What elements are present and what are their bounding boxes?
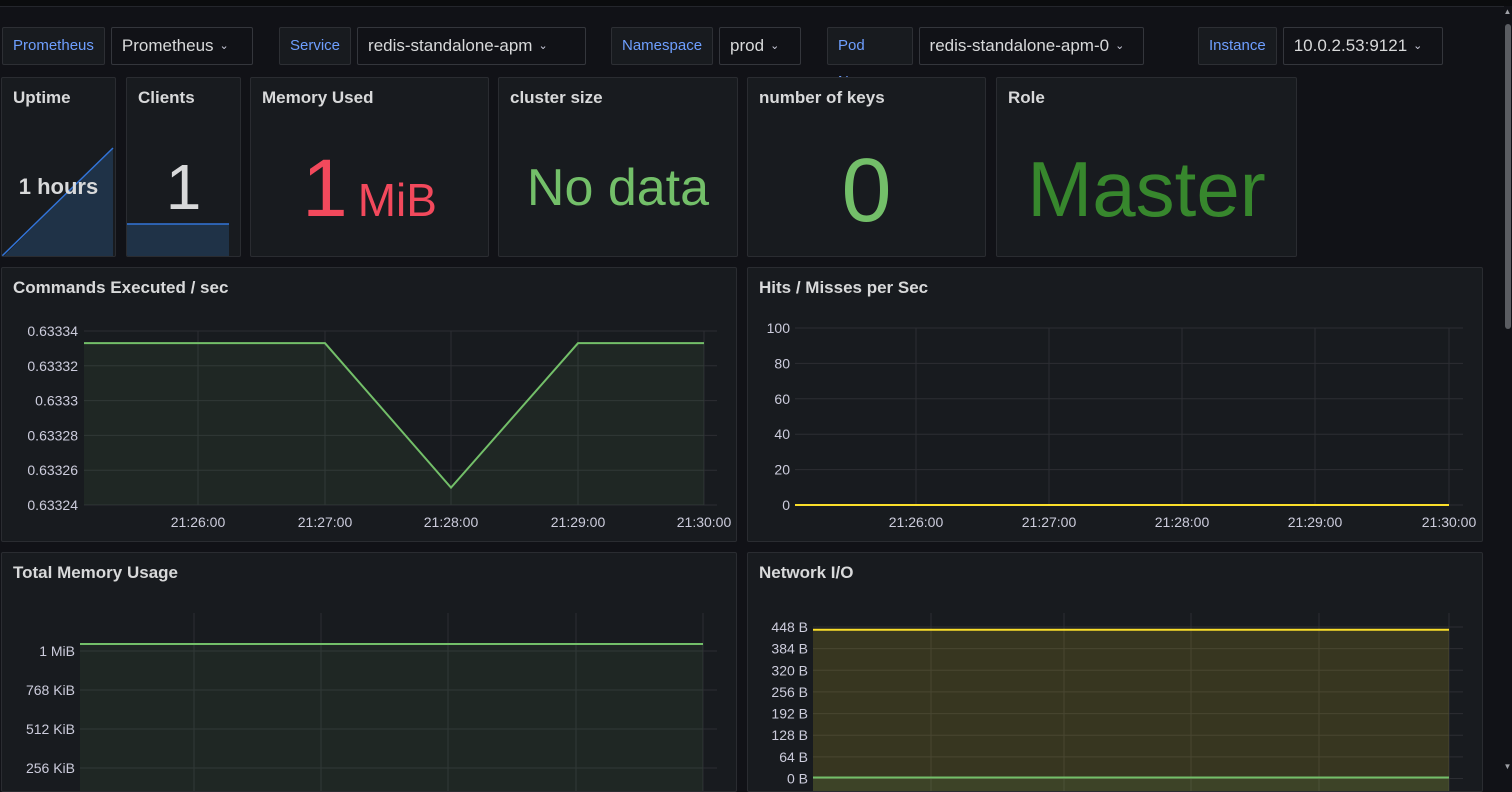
y-tick-label: 320 B	[771, 662, 808, 678]
hits-misses-chart: 0 20 40 60 80 100 21:26:00 21:27:00 21:28:00 21:2…	[767, 320, 1477, 530]
series-area	[813, 629, 1449, 791]
variable-value: 10.0.2.53:9121	[1293, 36, 1408, 55]
uptime-sparkline	[2, 147, 114, 256]
series-area	[813, 777, 1449, 791]
y-tick-label: 0.63334	[27, 323, 78, 339]
uptime-panel[interactable]: Uptime 1 hours	[1, 77, 116, 257]
memory-used-panel[interactable]: Memory Used 1 MiB	[250, 77, 489, 257]
hits-misses-panel[interactable]: Hits / Misses per Sec 0 20 40 60 80 100 21:26:…	[747, 267, 1483, 542]
instance-select[interactable]: 10.0.2.53:9121 ⌄	[1282, 27, 1443, 65]
y-tick-label: 768 KiB	[26, 682, 75, 698]
y-tick-label: 256 B	[771, 684, 808, 700]
y-tick-label: 0	[782, 497, 790, 513]
variable-value: redis-standalone-apm	[368, 36, 533, 55]
y-tick-label: 448 B	[771, 619, 808, 635]
y-tick-label: 0.63326	[27, 462, 78, 478]
chevron-down-icon: ⌄	[219, 40, 229, 52]
scroll-up-icon[interactable]: ▲	[1503, 7, 1512, 17]
datasource-select[interactable]: Prometheus ⌄	[110, 27, 253, 65]
network-io-chart: 0 B 64 B 128 B 192 B 256 B 320 B 384 B 448 B	[771, 613, 1463, 791]
chevron-down-icon: ⌄	[1413, 40, 1423, 52]
y-tick-label: 40	[774, 426, 790, 442]
x-tick-label: 21:30:00	[677, 514, 732, 530]
y-tick-label: 256 KiB	[26, 760, 75, 776]
memory-number: 1	[302, 143, 348, 234]
variable-pod-name: Pod Name redis-standalone-apm-0 ⌄	[827, 27, 1145, 90]
x-tick-label: 21:28:00	[1155, 514, 1210, 530]
service-select[interactable]: redis-standalone-apm ⌄	[357, 27, 587, 65]
clients-panel[interactable]: Clients 1	[126, 77, 241, 257]
total-memory-usage-panel[interactable]: Total Memory Usage 256 KiB 512 KiB 768 KiB…	[1, 552, 737, 792]
x-tick-label: 21:30:00	[1422, 514, 1477, 530]
y-tick-label: 0.63332	[27, 358, 78, 374]
memory-used-value: 1 MiB	[251, 142, 488, 236]
variable-label: Prometheus	[2, 27, 105, 65]
chevron-down-icon: ⌄	[770, 40, 780, 52]
x-tick-label: 21:27:00	[1022, 514, 1077, 530]
y-tick-label: 192 B	[771, 706, 808, 722]
x-tick-label: 21:26:00	[171, 514, 226, 530]
commands-executed-panel[interactable]: Commands Executed / sec 0.63324 0.63326 0.…	[1, 267, 737, 542]
x-tick-label: 21:29:00	[1288, 514, 1343, 530]
scrollbar-thumb[interactable]	[1505, 24, 1511, 329]
role-value: Master	[1027, 145, 1266, 233]
x-tick-label: 21:29:00	[551, 514, 606, 530]
number-of-keys-panel[interactable]: number of keys 0	[747, 77, 986, 257]
memory-unit: MiB	[357, 174, 437, 226]
x-tick-label: 21:28:00	[424, 514, 479, 530]
variable-label: Instance	[1198, 27, 1277, 65]
scrollbar[interactable]	[1504, 6, 1512, 777]
y-tick-label: 60	[774, 391, 790, 407]
variable-instance: Instance 10.0.2.53:9121 ⌄	[1198, 27, 1443, 65]
y-tick-label: 0.6333	[35, 393, 78, 409]
panel-title: Memory Used	[262, 88, 374, 107]
variable-service: Service redis-standalone-apm ⌄	[279, 27, 587, 65]
y-tick-label: 1 MiB	[39, 643, 75, 659]
panel-title: cluster size	[510, 88, 603, 107]
clients-value: 1	[165, 151, 202, 223]
network-io-panel[interactable]: Network I/O 0 B 64 B 128 B 192 B 256 B 320 B3…	[747, 552, 1483, 792]
y-tick-label: 80	[774, 355, 790, 371]
commands-executed-chart: 0.63324 0.63326 0.63328 0.6333 0.63332 0.6333…	[27, 323, 732, 530]
variable-label: Namespace	[611, 27, 714, 65]
namespace-select[interactable]: prod ⌄	[719, 27, 802, 65]
y-tick-label: 64 B	[779, 749, 808, 765]
series-area	[80, 643, 703, 791]
variable-namespace: Namespace prod ⌄	[611, 27, 802, 65]
total-memory-usage-chart: 256 KiB 512 KiB 768 KiB 1 MiB	[26, 613, 717, 791]
x-tick-label: 21:26:00	[889, 514, 944, 530]
uptime-value: 1 hours	[18, 174, 99, 199]
panel-title: number of keys	[759, 88, 885, 107]
y-tick-label: 0.63328	[27, 427, 78, 443]
panel-title: Role	[1008, 88, 1045, 107]
variable-label: Service	[279, 27, 352, 65]
y-tick-label: 0.63324	[27, 497, 78, 513]
y-tick-label: 128 B	[771, 727, 808, 743]
x-tick-label: 21:27:00	[298, 514, 353, 530]
role-panel[interactable]: Role Master	[996, 77, 1297, 257]
chevron-down-icon: ⌄	[538, 40, 548, 52]
scroll-down-icon[interactable]: ▼	[1503, 762, 1512, 772]
top-bar	[0, 0, 1512, 7]
y-tick-label: 512 KiB	[26, 721, 75, 737]
variable-value: Prometheus	[121, 36, 214, 55]
number-of-keys-value: 0	[841, 141, 892, 241]
y-tick-label: 384 B	[771, 641, 808, 657]
variable-prometheus: Prometheus Prometheus ⌄	[2, 27, 253, 65]
pod-name-select[interactable]: redis-standalone-apm-0 ⌄	[918, 27, 1145, 65]
y-tick-label: 100	[767, 320, 791, 336]
y-tick-label: 20	[774, 462, 790, 478]
chevron-down-icon: ⌄	[1115, 40, 1125, 52]
variable-value: redis-standalone-apm-0	[929, 36, 1110, 55]
cluster-size-panel[interactable]: cluster size No data	[498, 77, 738, 257]
variable-value: prod	[730, 36, 765, 55]
variable-label: Pod Name	[827, 27, 913, 90]
series-area	[84, 343, 704, 505]
y-tick-label: 0 B	[787, 771, 808, 787]
cluster-size-value: No data	[526, 159, 710, 217]
